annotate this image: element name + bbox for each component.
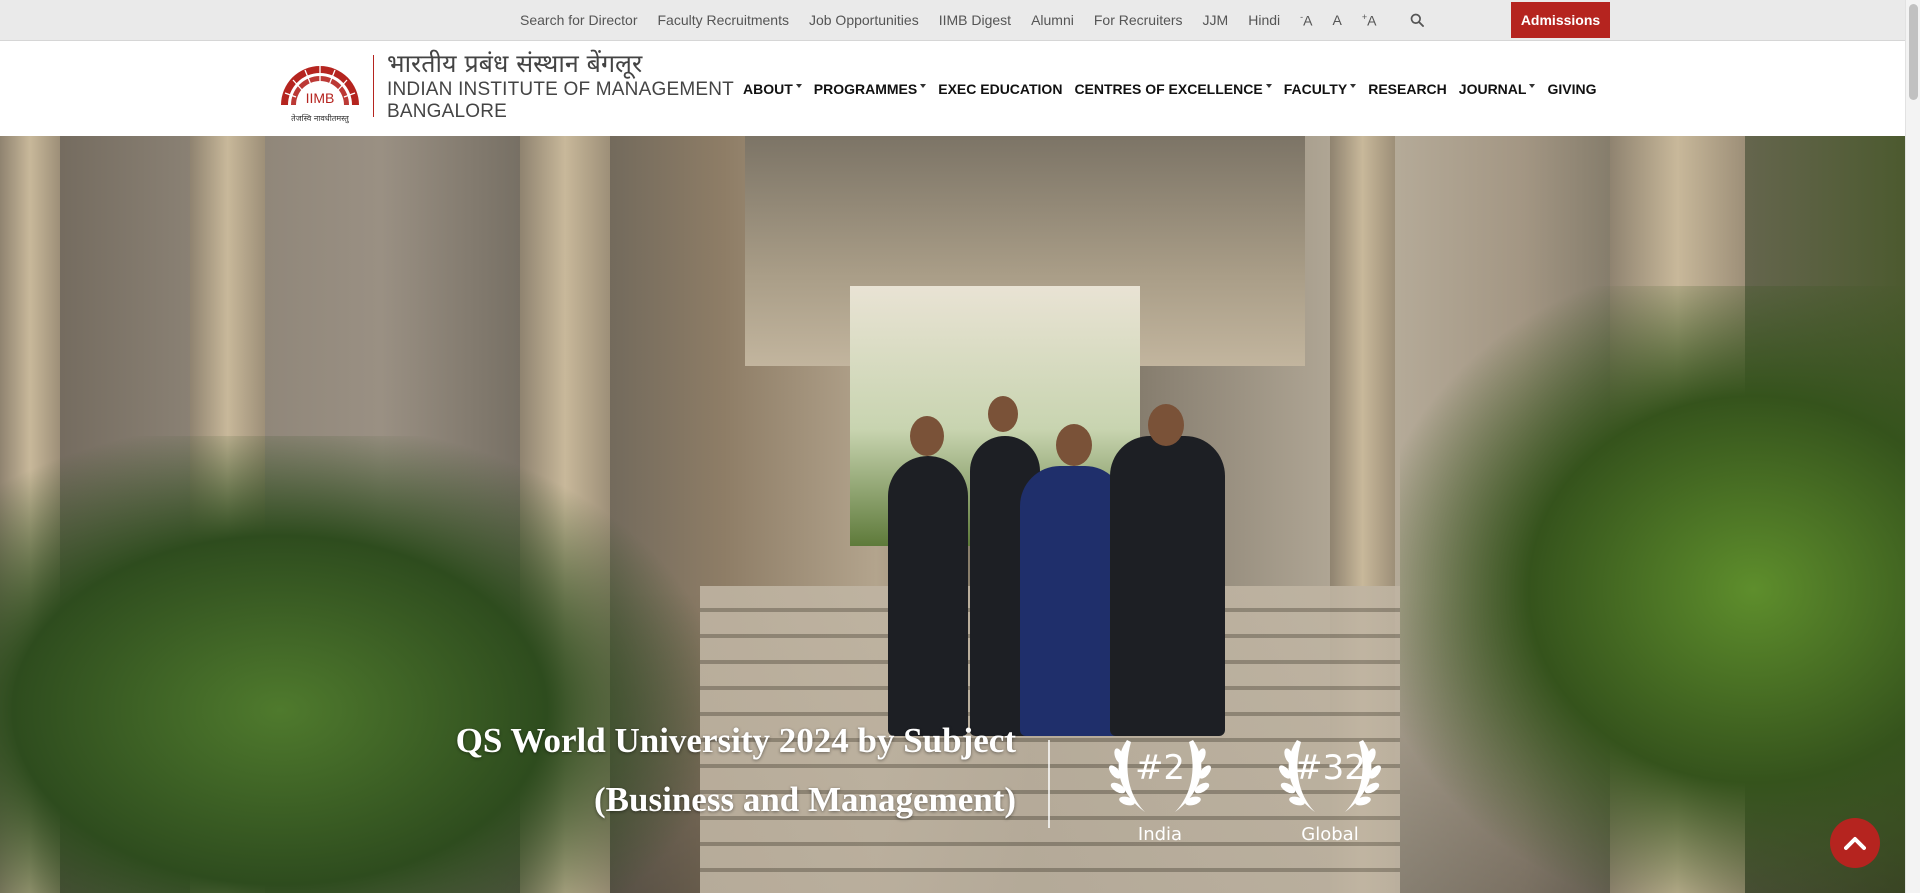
nav-giving-label: GIVING (1547, 80, 1597, 97)
font-normal-button[interactable]: A (1332, 12, 1341, 28)
logo-hindi-name: भारतीय प्रबंध संस्थान बेंगलूर (387, 49, 643, 78)
nav-exec-education-label: EXEC EDUCATION (938, 80, 1063, 97)
font-increase-button[interactable]: +A (1362, 12, 1377, 29)
link-for-recruiters[interactable]: For Recruiters (1094, 12, 1183, 28)
rank-global-label: Global (1301, 824, 1359, 845)
font-increase-label: A (1367, 12, 1377, 29)
site-header: IIMB तेजस्वि नावधीतमस्तु भारतीय प्रबंध स… (0, 41, 1905, 136)
nav-faculty-label: FACULTY (1283, 80, 1348, 97)
nav-programmes[interactable]: PROGRAMMES (813, 80, 927, 97)
nav-about[interactable]: ABOUT (743, 81, 802, 97)
main-nav: ABOUT PROGRAMMES EXEC EDUCATION CENTRES … (743, 41, 1608, 136)
chevron-down-icon (1265, 83, 1272, 88)
logo-english-line1: INDIAN INSTITUTE OF MANAGEMENT (387, 79, 734, 100)
logo-divider (373, 55, 374, 117)
nav-centres-label: CENTRES OF EXCELLENCE (1074, 80, 1263, 97)
hero-photo-plants-right (1400, 286, 1905, 893)
page-scrollbar[interactable] (1905, 0, 1920, 893)
utility-links: Search for Director Faculty Recruitments… (520, 0, 1452, 40)
nav-research-label: RESEARCH (1368, 80, 1447, 97)
ranking-title-line2: (Business and Management) (594, 780, 1016, 819)
nav-centres-of-excellence[interactable]: CENTRES OF EXCELLENCE (1074, 80, 1272, 97)
hero-banner: QS World University 2024 by Subject (Bus… (0, 136, 1905, 893)
admissions-button[interactable]: Admissions (1511, 2, 1610, 38)
logo-mark-text: IIMB (306, 90, 335, 106)
rank-global-badge: #32 Global (1265, 724, 1395, 854)
scroll-to-top-button[interactable] (1830, 818, 1880, 868)
chevron-down-icon (1529, 83, 1536, 88)
logo-text[interactable]: भारतीय प्रबंध संस्थान बेंगलूर INDIAN INS… (387, 49, 734, 123)
link-faculty-recruitments[interactable]: Faculty Recruitments (657, 12, 788, 28)
nav-programmes-label: PROGRAMMES (813, 80, 918, 97)
nav-about-label: ABOUT (743, 80, 793, 97)
ranking-title-line1: QS World University 2024 by Subject (455, 721, 1016, 760)
link-jjm[interactable]: JJM (1203, 12, 1229, 28)
iimb-logo[interactable]: IIMB तेजस्वि नावधीतमस्तु (275, 53, 365, 125)
rank-india-badge: #2 India (1095, 724, 1225, 854)
font-decrease-button[interactable]: -A (1300, 12, 1312, 29)
link-search-for-director[interactable]: Search for Director (520, 12, 637, 28)
chevron-up-icon (1844, 837, 1866, 850)
rank-india-value: #2 (1134, 748, 1186, 788)
nav-research[interactable]: RESEARCH (1368, 81, 1447, 97)
nav-exec-education[interactable]: EXEC EDUCATION (938, 81, 1062, 97)
link-alumni[interactable]: Alumni (1031, 12, 1074, 28)
hero-photo-students (880, 396, 1280, 736)
chevron-down-icon (1350, 83, 1357, 88)
nav-journal[interactable]: JOURNAL (1459, 81, 1536, 97)
search-icon[interactable] (1404, 10, 1430, 30)
rank-india-label: India (1137, 824, 1183, 845)
nav-giving[interactable]: GIVING (1547, 81, 1596, 97)
font-decrease-label: A (1303, 12, 1313, 29)
link-hindi[interactable]: Hindi (1248, 12, 1280, 28)
logo-english-line2: BANGALORE (387, 101, 508, 122)
chevron-down-icon (920, 83, 927, 88)
iimb-logo-mark: IIMB तेजस्वि नावधीतमस्तु (281, 66, 359, 124)
chevron-down-icon (795, 83, 802, 88)
font-size-controls: -A A +A (1300, 12, 1396, 29)
nav-faculty[interactable]: FACULTY (1284, 81, 1357, 97)
font-normal-label: A (1332, 12, 1342, 28)
link-job-opportunities[interactable]: Job Opportunities (809, 12, 919, 28)
top-utility-bar: Search for Director Faculty Recruitments… (0, 0, 1905, 41)
rank-global-value: #32 (1294, 748, 1366, 788)
link-iimb-digest[interactable]: IIMB Digest (939, 12, 1011, 28)
ranking-divider (1048, 740, 1050, 828)
scrollbar-thumb[interactable] (1909, 4, 1918, 100)
ranking-title: QS World University 2024 by Subject (Bus… (420, 711, 1016, 829)
nav-journal-label: JOURNAL (1458, 80, 1527, 97)
logo-motto: तेजस्वि नावधीतमस्तु (291, 113, 350, 124)
